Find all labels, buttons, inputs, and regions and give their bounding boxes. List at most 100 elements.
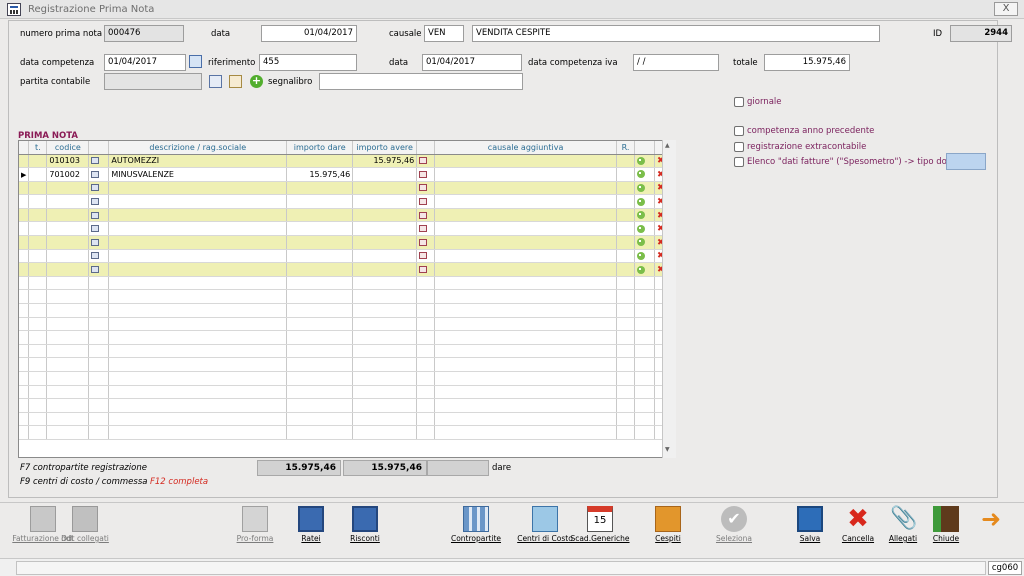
- lookup-cell[interactable]: [88, 303, 110, 318]
- causale-lookup-cell[interactable]: [416, 154, 436, 169]
- codice-cell[interactable]: [46, 249, 90, 264]
- descrizione-cell[interactable]: AUTOMEZZI: [108, 154, 288, 169]
- type-cell[interactable]: [28, 289, 48, 305]
- grid-header-10[interactable]: [634, 141, 655, 155]
- descrizione-cell[interactable]: [108, 412, 288, 427]
- lookup-icon[interactable]: [91, 225, 100, 233]
- causale-cell[interactable]: [434, 262, 617, 277]
- r-cell[interactable]: [616, 181, 635, 196]
- codice-cell[interactable]: [46, 425, 90, 440]
- r-cell[interactable]: [616, 357, 635, 372]
- grid-scrollbar[interactable]: ▲ ▼: [662, 140, 676, 458]
- codice-cell[interactable]: [46, 289, 90, 305]
- dare-cell[interactable]: [286, 249, 354, 264]
- recycle-icon[interactable]: [636, 238, 645, 247]
- dare-cell[interactable]: [286, 371, 354, 386]
- grid-header-9[interactable]: R.: [616, 141, 635, 155]
- codice-cell[interactable]: [46, 303, 90, 318]
- causale-lookup-icon[interactable]: [419, 211, 428, 219]
- descrizione-cell[interactable]: MINUSVALENZE: [108, 167, 288, 182]
- avere-cell[interactable]: [352, 303, 418, 318]
- recycle-icon[interactable]: [636, 211, 645, 220]
- codice-cell[interactable]: [46, 208, 90, 223]
- lookup-cell[interactable]: [88, 412, 110, 427]
- r-cell[interactable]: [616, 385, 635, 400]
- causale-lookup-cell[interactable]: [416, 194, 436, 209]
- causale-lookup-cell[interactable]: [416, 317, 436, 332]
- causale-lookup-icon[interactable]: [419, 266, 428, 274]
- causale-lookup-cell[interactable]: [416, 221, 436, 237]
- causale-lookup-cell[interactable]: [416, 371, 436, 386]
- recycle-cell[interactable]: [634, 154, 655, 169]
- causale-cell[interactable]: [434, 412, 617, 427]
- causale-lookup-icon[interactable]: [419, 225, 428, 233]
- recycle-cell[interactable]: [634, 317, 655, 332]
- account-list-icon[interactable]: [209, 75, 222, 88]
- data2-field[interactable]: 01/04/2017: [422, 54, 522, 71]
- recycle-cell[interactable]: [634, 208, 655, 223]
- causale-lookup-cell[interactable]: [416, 262, 436, 277]
- table-row[interactable]: [19, 330, 675, 345]
- seleziona-button[interactable]: ✔ Seleziona: [699, 506, 769, 543]
- dare-cell[interactable]: [286, 425, 354, 440]
- dare-cell[interactable]: [286, 194, 354, 209]
- descrizione-cell[interactable]: [108, 357, 288, 372]
- recycle-cell[interactable]: [634, 330, 655, 345]
- recycle-icon[interactable]: [636, 183, 645, 192]
- codice-cell[interactable]: [46, 412, 90, 427]
- recycle-cell[interactable]: [634, 249, 655, 264]
- dare-cell[interactable]: [286, 357, 354, 372]
- table-row[interactable]: [19, 317, 675, 332]
- dare-cell[interactable]: [286, 154, 354, 169]
- type-cell[interactable]: [28, 398, 48, 413]
- causale-cell[interactable]: [434, 235, 617, 250]
- competenza-precedente-checkbox[interactable]: [734, 126, 744, 136]
- dare-cell[interactable]: [286, 385, 354, 400]
- causale-cell[interactable]: [434, 371, 617, 386]
- codice-cell[interactable]: [46, 317, 90, 332]
- recycle-cell[interactable]: [634, 398, 655, 413]
- type-cell[interactable]: [28, 330, 48, 345]
- codice-cell[interactable]: [46, 330, 90, 345]
- table-row[interactable]: [19, 303, 675, 318]
- giornale-checkbox[interactable]: [734, 97, 744, 107]
- lookup-cell[interactable]: [88, 344, 110, 359]
- codice-cell[interactable]: [46, 194, 90, 209]
- codice-cell[interactable]: [46, 181, 90, 196]
- causale-lookup-icon[interactable]: [419, 252, 428, 260]
- ddt-collegati-button[interactable]: Ddt collegati: [50, 506, 120, 543]
- recycle-cell[interactable]: [634, 235, 655, 250]
- causale-lookup-cell[interactable]: [416, 276, 436, 291]
- recycle-cell[interactable]: [634, 344, 655, 359]
- avere-cell[interactable]: [352, 262, 418, 277]
- dare-cell[interactable]: [286, 330, 354, 345]
- causale-cell[interactable]: [434, 167, 617, 182]
- table-row[interactable]: ▶ 701002 MINUSVALENZE 15.975,46 ✖: [19, 167, 675, 182]
- competenza-field[interactable]: 01/04/2017: [104, 54, 186, 71]
- dare-cell[interactable]: [286, 221, 354, 237]
- type-cell[interactable]: [28, 357, 48, 372]
- table-row[interactable]: [19, 276, 675, 291]
- type-cell[interactable]: [28, 154, 48, 169]
- descrizione-cell[interactable]: [108, 194, 288, 209]
- r-cell[interactable]: [616, 371, 635, 386]
- lookup-cell[interactable]: [88, 208, 110, 223]
- table-row[interactable]: ✖: [19, 208, 675, 223]
- avere-cell[interactable]: [352, 276, 418, 291]
- causale-cell[interactable]: [434, 398, 617, 413]
- lookup-icon[interactable]: [91, 211, 100, 219]
- causale-lookup-cell[interactable]: [416, 412, 436, 427]
- causale-lookup-icon[interactable]: [419, 238, 428, 246]
- lookup-cell[interactable]: [88, 289, 110, 305]
- type-cell[interactable]: [28, 208, 48, 223]
- recycle-icon[interactable]: [636, 170, 645, 179]
- avere-cell[interactable]: [352, 317, 418, 332]
- lookup-cell[interactable]: [88, 357, 110, 372]
- dare-cell[interactable]: [286, 398, 354, 413]
- descrizione-cell[interactable]: [108, 330, 288, 345]
- avere-cell[interactable]: [352, 425, 418, 440]
- causale-desc-field[interactable]: VENDITA CESPITE: [472, 25, 880, 42]
- scroll-down-icon[interactable]: ▼: [665, 446, 670, 453]
- descrizione-cell[interactable]: [108, 208, 288, 223]
- grid-header-3[interactable]: [88, 141, 110, 155]
